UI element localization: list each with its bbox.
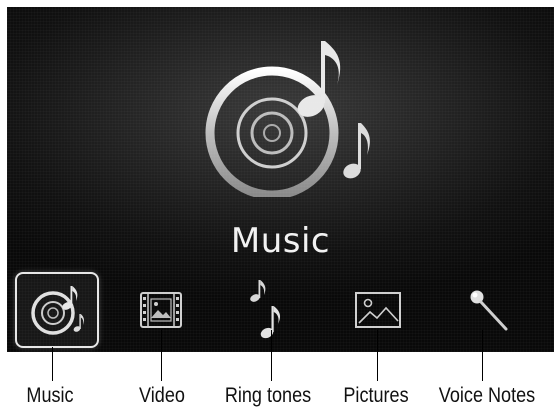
callout-label-ring-tones: Ring tones: [224, 384, 312, 407]
callout-line-video: [161, 330, 162, 381]
callout-label-music: Music: [26, 384, 74, 407]
callout-label-pictures: Pictures: [343, 384, 409, 407]
category-music[interactable]: [15, 272, 99, 348]
category-bar: [7, 269, 554, 352]
microphone-icon: [470, 290, 508, 331]
selected-category-title: Music: [230, 221, 331, 261]
device-screen: Music: [7, 7, 554, 352]
music-disc-large-icon: [205, 41, 370, 197]
callout-line-voice-notes: [482, 330, 483, 381]
callout-line-ring-tones: [271, 330, 272, 381]
category-voice-notes[interactable]: [447, 272, 531, 348]
music-disc-icon: [31, 286, 85, 335]
film-frame-icon: [140, 292, 182, 328]
figure: Music Music Video Ring tones Pictures Vo…: [0, 0, 554, 416]
category-pictures[interactable]: [336, 272, 420, 348]
callout-line-music: [52, 347, 53, 381]
callout-label-voice-notes: Voice Notes: [438, 384, 536, 407]
category-ring-tones[interactable]: [222, 272, 306, 348]
music-note-icon: [250, 280, 281, 339]
callout-line-pictures: [377, 330, 378, 381]
picture-icon: [355, 292, 401, 328]
callout-label-video: Video: [139, 384, 185, 407]
